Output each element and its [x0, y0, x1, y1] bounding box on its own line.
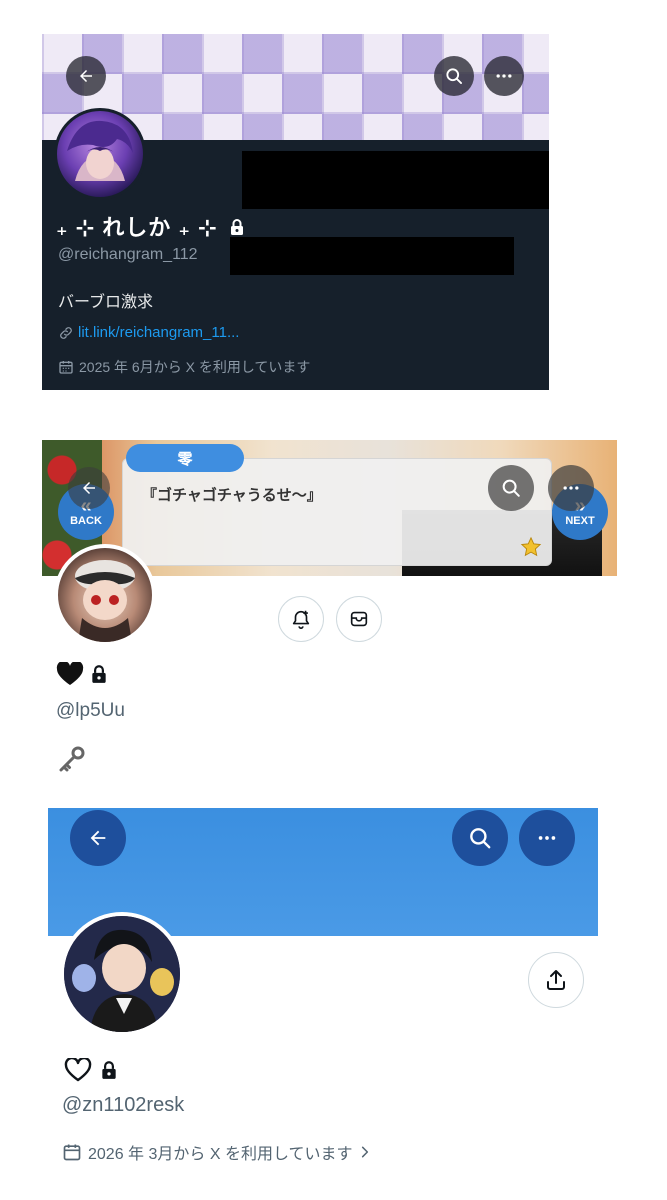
more-button[interactable]	[548, 465, 594, 511]
handle: @lp5Uu	[56, 700, 125, 721]
avatar[interactable]	[54, 108, 146, 200]
display-name-row	[64, 1058, 118, 1082]
back-arrow-icon	[90, 830, 106, 846]
key-icon	[59, 746, 85, 772]
search-button[interactable]	[452, 810, 508, 866]
more-icon	[496, 74, 512, 78]
avatar-art	[67, 120, 133, 181]
joined-row[interactable]: 2026 年 3月から X を利用しています	[62, 1140, 372, 1164]
bell-plus-icon	[292, 610, 310, 629]
back-button[interactable]	[68, 467, 110, 509]
search-button[interactable]	[488, 465, 534, 511]
handle: @zn1102resk	[62, 1094, 185, 1116]
game-quote: 『ゴチャゴチャうるせ～』	[142, 487, 322, 504]
game-back-label: BACK	[70, 515, 102, 527]
link-icon	[60, 326, 72, 339]
search-icon	[446, 68, 462, 85]
more-button[interactable]	[519, 810, 575, 866]
more-icon	[538, 836, 556, 840]
game-speaker-tag: 零	[126, 444, 244, 472]
back-arrow-icon	[83, 482, 95, 494]
display-name-row: ₊ ⊹ れしか ₊ ⊹	[56, 210, 245, 242]
profile-card-1: ₊ ⊹ れしか ₊ ⊹ @reichangram_112 バーブロ激求 lit.…	[42, 34, 549, 390]
lock-icon	[102, 1061, 116, 1079]
joined-date: 2026 年 3月から X を利用しています	[88, 1146, 353, 1163]
joined-date: 2025 年 6月から X を利用しています	[79, 359, 311, 375]
profile-card-2: 零 『ゴチャゴチャうるせ～』 « BACK » NEXT	[42, 440, 617, 778]
search-button[interactable]	[434, 56, 474, 96]
back-button[interactable]	[70, 810, 126, 866]
avatar[interactable]	[60, 912, 184, 1036]
handle: @reichangram_112	[58, 246, 198, 263]
redaction-block	[230, 237, 514, 275]
heart-filled-icon	[56, 662, 84, 685]
display-name: ₊ ⊹ れしか ₊ ⊹	[56, 215, 218, 240]
avatar[interactable]	[54, 544, 156, 646]
bio: バーブロ激求	[58, 294, 154, 311]
profile-link-row[interactable]: lit.link/reichangram_11...	[58, 324, 239, 341]
notify-button[interactable]	[278, 596, 324, 642]
avatar-art	[64, 916, 180, 1032]
profile-card-3: @zn1102resk 2026 年 3月から X を利用しています	[48, 808, 598, 1200]
game-next-label: NEXT	[565, 515, 595, 527]
redaction-block	[242, 151, 549, 209]
mail-icon	[350, 611, 368, 627]
star-icon	[520, 536, 542, 557]
calendar-icon	[59, 361, 73, 374]
lock-icon	[230, 219, 243, 235]
more-button[interactable]	[484, 56, 524, 96]
search-icon	[502, 479, 520, 497]
profile-link[interactable]: lit.link/reichangram_11...	[78, 324, 239, 341]
game-dialog-box	[122, 458, 552, 566]
back-button[interactable]	[66, 56, 106, 96]
lock-icon	[92, 665, 106, 683]
joined-row: 2025 年 6月から X を利用しています	[58, 357, 310, 377]
display-name-row	[56, 662, 108, 686]
calendar-icon	[63, 1144, 81, 1161]
search-icon	[470, 828, 491, 849]
avatar-art	[75, 560, 135, 642]
heart-outline-icon	[64, 1058, 92, 1082]
share-icon	[547, 970, 565, 990]
back-arrow-icon	[80, 70, 92, 82]
share-button[interactable]	[528, 952, 584, 1008]
message-button[interactable]	[336, 596, 382, 642]
chevron-right-icon	[362, 1146, 369, 1158]
more-icon	[563, 486, 579, 490]
